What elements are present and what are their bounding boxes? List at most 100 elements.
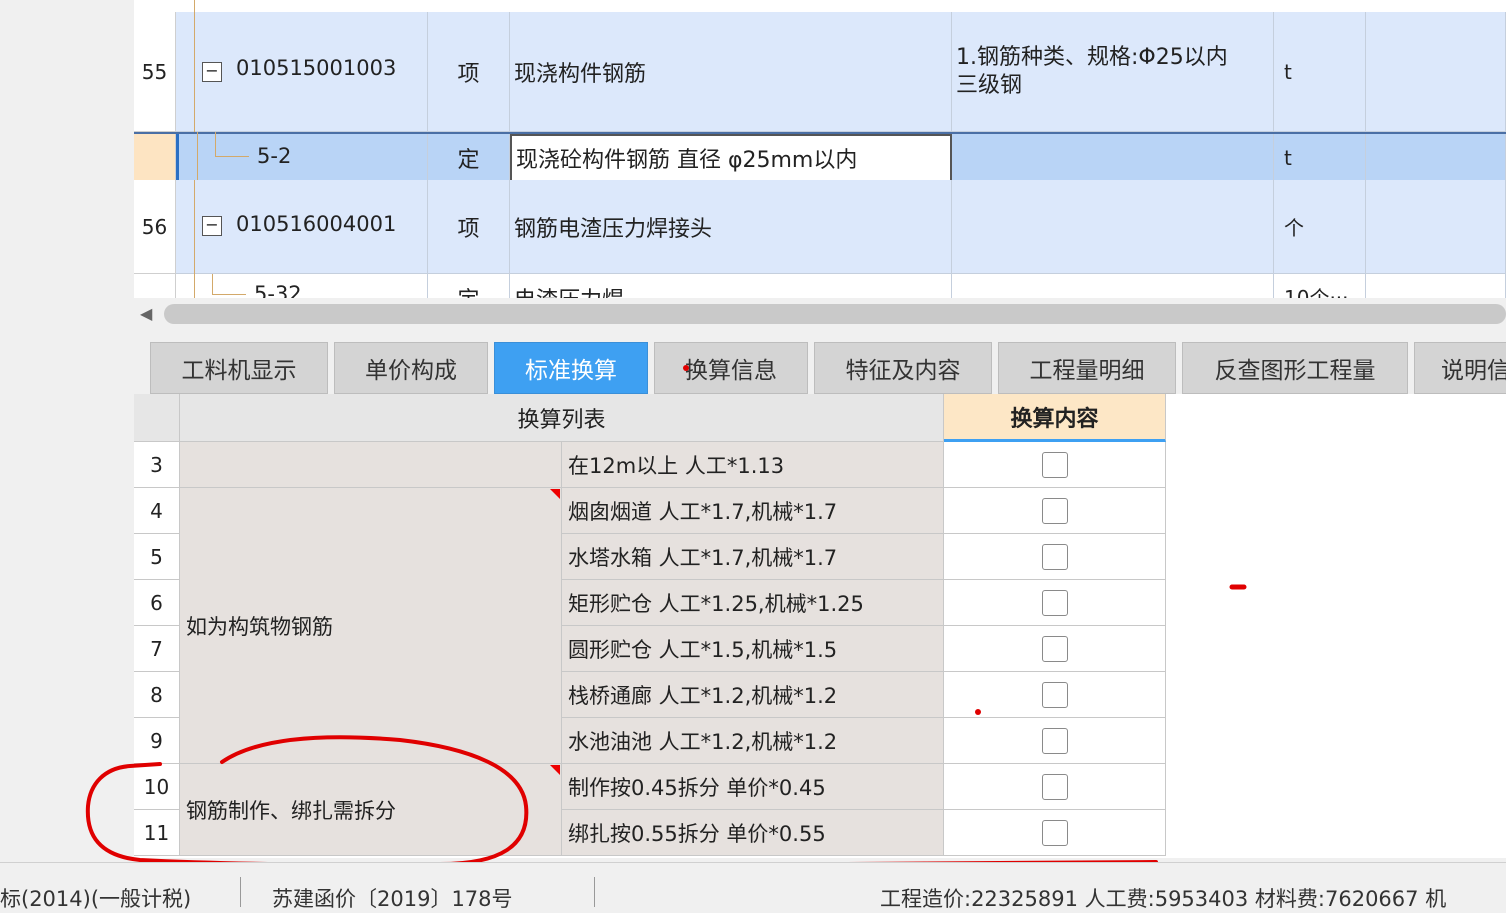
conversion-checkbox[interactable] [1041,773,1068,800]
comment-marker-icon [550,489,560,499]
conversion-checkbox[interactable] [1041,635,1068,662]
conversion-desc: 圆形贮仓 人工*1.5,机械*1.5 [562,626,944,672]
table-row[interactable]: 5-32 定 电渣压力焊 10个··· [134,274,1506,298]
collapse-icon[interactable]: − [202,216,222,236]
feature-cell[interactable]: 1.钢筋种类、规格:Φ25以内 三级钢 [952,12,1274,132]
code-cell[interactable]: − 010516004001 [176,180,428,274]
row-number: 11 [134,810,180,856]
row-number: 8 [134,672,180,718]
feature-cell[interactable] [952,274,1274,298]
code-cell[interactable]: 5-32 [176,274,428,298]
empty-panel [1166,394,1506,858]
table-row[interactable]: 55 − 010515001003 项 现浇构件钢筋 1.钢筋种类、规格:Φ25… [134,0,1506,132]
unit-cell: 10个··· [1274,274,1366,298]
row-number: 4 [134,488,180,534]
checkbox-cell [944,764,1166,810]
checkbox-cell [944,580,1166,626]
name-cell[interactable]: 电渣压力焊 [510,274,952,298]
name-cell[interactable]: 现浇构件钢筋 [510,12,952,132]
divider [240,877,241,907]
extra-cell [1366,274,1506,298]
row-number [134,134,176,182]
conversion-checkbox[interactable] [1041,451,1068,478]
row-number [134,274,176,298]
conversion-desc: 在12m以上 人工*1.13 [562,442,944,488]
conversion-checkbox[interactable] [1041,727,1068,754]
status-bar: 标(2014)(一般计税) 苏建函价〔2019〕178号 工程造价:223258… [0,862,1506,911]
row-number: 55 [134,12,176,132]
status-totals: 工程造价:22325891 人工费:5953403 材料费:7620667 机 [880,887,1447,911]
header-conversion-list: 换算列表 [180,394,944,442]
type-cell: 项 [428,180,510,274]
table-row[interactable]: 56 − 010516004001 项 钢筋电渣压力焊接头 个 [134,180,1506,274]
group-cell-structure: 如为构筑物钢筋 [180,488,562,764]
conversion-checkbox[interactable] [1041,589,1068,616]
conversion-checkbox[interactable] [1041,497,1068,524]
item-code: 5-32 [254,282,302,298]
checkbox-cell [944,718,1166,764]
tab-standard-conversion[interactable]: 标准换算 [494,342,648,394]
tab-features[interactable]: 特征及内容 [814,342,992,394]
tab-labor-material[interactable]: 工料机显示 [150,342,328,394]
row-number: 56 [134,180,176,274]
feature-cell[interactable] [952,134,1274,182]
conversion-desc: 绑扎按0.55拆分 单价*0.55 [562,810,944,856]
code-cell[interactable]: − 010515001003 [176,0,428,132]
divider [594,877,595,907]
unit-cell: 个 [1274,180,1366,274]
conversion-desc: 栈桥通廊 人工*1.2,机械*1.2 [562,672,944,718]
status-price-doc: 苏建函价〔2019〕178号 [272,887,513,911]
collapse-icon[interactable]: − [202,62,222,82]
feature-line: 三级钢 [956,72,1023,98]
conversion-desc: 烟囱烟道 人工*1.7,机械*1.7 [562,488,944,534]
checkbox-cell [944,488,1166,534]
feature-line: 1.钢筋种类、规格:Φ25以内 [956,44,1228,70]
tab-conversion-info[interactable]: 换算信息 [654,342,808,394]
item-code: 010516004001 [236,212,397,236]
horizontal-scrollbar[interactable]: ◀ [134,298,1506,332]
status-tax-mode: 标(2014)(一般计税) [0,887,192,911]
type-cell: 项 [428,12,510,132]
item-code: 5-2 [257,144,292,168]
group-cell-empty [180,442,562,488]
unit-cell: t [1274,134,1366,182]
row-number: 6 [134,580,180,626]
row-number: 10 [134,764,180,810]
group-cell-split: 钢筋制作、绑扎需拆分 [180,764,562,856]
conversion-desc: 制作按0.45拆分 单价*0.45 [562,764,944,810]
checkbox-cell [944,442,1166,488]
bill-items-grid: 55 − 010515001003 项 现浇构件钢筋 1.钢筋种类、规格:Φ25… [134,0,1506,298]
name-cell-editing[interactable]: 现浇砼构件钢筋 直径 φ25mm以内 [510,134,952,182]
row-number: 7 [134,626,180,672]
checkbox-cell [944,810,1166,856]
tab-description[interactable]: 说明信息 [1414,342,1506,394]
tab-quantity-detail[interactable]: 工程量明细 [998,342,1176,394]
detail-tabs: 工料机显示 单价构成 标准换算 换算信息 特征及内容 工程量明细 反查图形工程量… [134,332,1506,394]
row-number: 9 [134,718,180,764]
conversion-grid: 换算列表 换算内容 3 4 5 6 7 8 9 10 11 如为构筑物钢筋 钢筋… [134,394,1166,858]
checkbox-cell [944,626,1166,672]
row-number: 5 [134,534,180,580]
item-code: 010515001003 [236,56,397,80]
code-cell[interactable]: 5-2 [176,132,428,182]
comment-marker-icon [550,765,560,775]
table-row-selected[interactable]: 5-2 定 现浇砼构件钢筋 直径 φ25mm以内 t [134,132,1506,184]
checkbox-cell [944,534,1166,580]
conversion-checkbox[interactable] [1041,543,1068,570]
conversion-checkbox[interactable] [1041,819,1068,846]
extra-cell [1366,180,1506,274]
conversion-desc: 矩形贮仓 人工*1.25,机械*1.25 [562,580,944,626]
tab-unit-price[interactable]: 单价构成 [334,342,488,394]
feature-cell[interactable] [952,180,1274,274]
checkbox-cell [944,672,1166,718]
conversion-desc: 水池油池 人工*1.2,机械*1.2 [562,718,944,764]
conversion-checkbox[interactable] [1041,681,1068,708]
conversion-desc: 水塔水箱 人工*1.7,机械*1.7 [562,534,944,580]
scrollbar-thumb[interactable] [164,304,1506,324]
tab-reverse-lookup[interactable]: 反查图形工程量 [1182,342,1408,394]
name-cell[interactable]: 钢筋电渣压力焊接头 [510,180,952,274]
type-cell: 定 [428,274,510,298]
header-conversion-content: 换算内容 [944,394,1166,442]
unit-cell: t [1274,12,1366,132]
scroll-left-icon[interactable]: ◀ [140,304,152,323]
